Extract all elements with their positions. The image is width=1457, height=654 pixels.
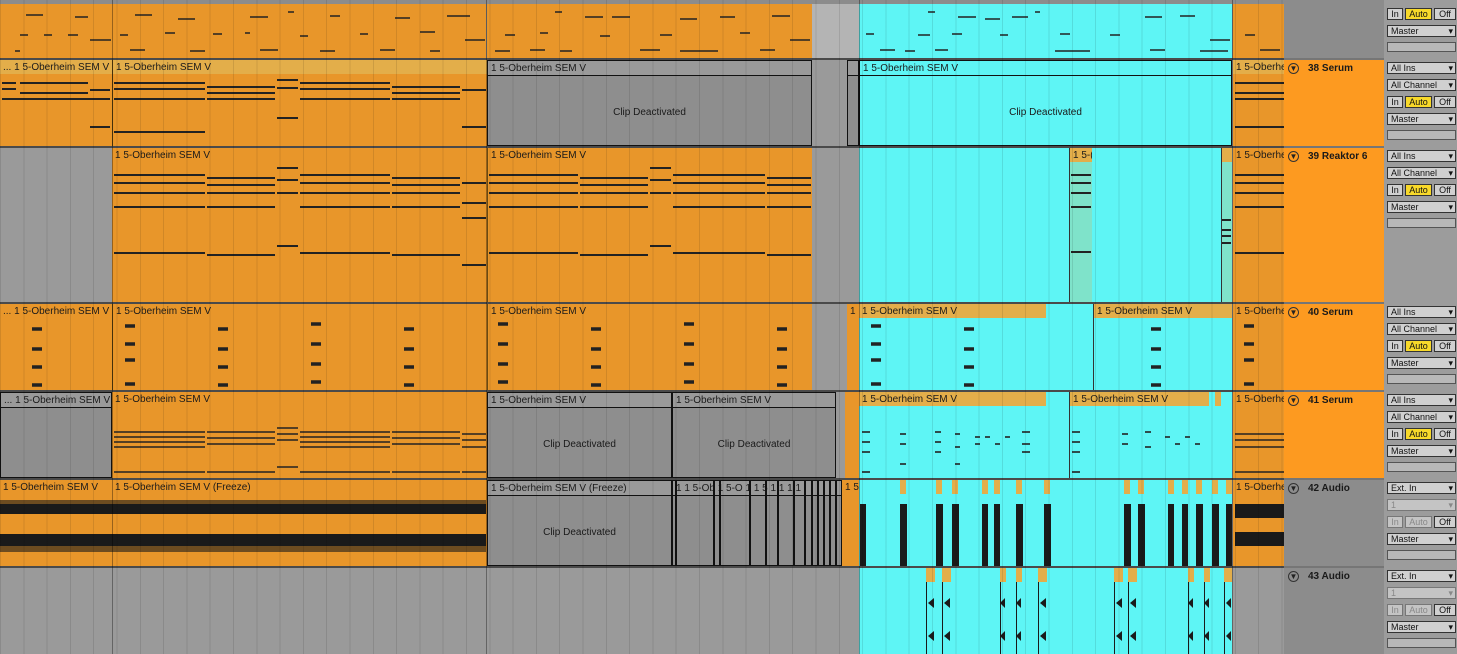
track-header-43[interactable]: ▼ 43 Audio bbox=[1284, 568, 1384, 654]
fold-triangle-icon[interactable]: ▼ bbox=[1288, 483, 1299, 494]
midi-notes bbox=[2, 79, 1284, 133]
lane-43 bbox=[0, 568, 1284, 654]
monitor-auto-button[interactable]: Auto bbox=[1405, 604, 1432, 616]
output-select[interactable]: Master bbox=[1387, 201, 1456, 213]
monitor-auto-button[interactable]: Auto bbox=[1405, 428, 1432, 440]
track-header-39[interactable]: ▼ 39 Reaktor 6 bbox=[1284, 148, 1384, 302]
lane-40: ... 1 5-Oberheim SEM V 1 5-Oberheim SEM … bbox=[0, 304, 1284, 390]
audio-clips bbox=[926, 568, 1232, 654]
track-name[interactable]: 40 Serum bbox=[1308, 307, 1353, 318]
input-type-select[interactable]: Ext. In bbox=[1387, 570, 1456, 582]
midi-notes bbox=[32, 322, 1254, 387]
track-header-42[interactable]: ▼ 42 Audio bbox=[1284, 480, 1384, 566]
bar-line bbox=[1232, 0, 1233, 654]
output-select[interactable]: Master bbox=[1387, 445, 1456, 457]
monitor-off-button[interactable]: Off bbox=[1434, 428, 1456, 440]
monitor-in-button[interactable]: In bbox=[1387, 340, 1403, 352]
io-section: In Auto Off Master All Ins All Channel I… bbox=[1384, 0, 1457, 654]
input-type-select[interactable]: All Ins bbox=[1387, 62, 1456, 74]
monitor-in-button[interactable]: In bbox=[1387, 8, 1403, 20]
monitor-off-button[interactable]: Off bbox=[1434, 8, 1456, 20]
input-type-select[interactable]: All Ins bbox=[1387, 394, 1456, 406]
sends-bar[interactable] bbox=[1387, 218, 1456, 228]
track-name[interactable]: 38 Serum bbox=[1308, 63, 1353, 74]
sends-bar[interactable] bbox=[1387, 462, 1456, 472]
input-channel-select[interactable]: All Channel bbox=[1387, 411, 1456, 423]
track-name[interactable]: 41 Serum bbox=[1308, 395, 1353, 406]
monitor-in-button[interactable]: In bbox=[1387, 96, 1403, 108]
monitor-off-button[interactable]: Off bbox=[1434, 96, 1456, 108]
monitor-in-button[interactable]: In bbox=[1387, 516, 1403, 528]
monitor-off-button[interactable]: Off bbox=[1434, 516, 1456, 528]
track-header[interactable] bbox=[1284, 0, 1384, 58]
monitor-auto-button[interactable]: Auto bbox=[1405, 8, 1432, 20]
output-select[interactable]: Master bbox=[1387, 621, 1456, 633]
input-type-select[interactable]: Ext. In bbox=[1387, 482, 1456, 494]
monitor-auto-button[interactable]: Auto bbox=[1405, 184, 1432, 196]
fold-triangle-icon[interactable]: ▼ bbox=[1288, 151, 1299, 162]
monitor-auto-button[interactable]: Auto bbox=[1405, 340, 1432, 352]
bar-line bbox=[859, 0, 860, 654]
fold-triangle-icon[interactable]: ▼ bbox=[1288, 307, 1299, 318]
input-channel-select[interactable]: All Channel bbox=[1387, 79, 1456, 91]
input-type-select[interactable]: All Ins bbox=[1387, 150, 1456, 162]
input-channel-select[interactable]: All Channel bbox=[1387, 323, 1456, 335]
monitor-in-button[interactable]: In bbox=[1387, 604, 1403, 616]
output-select[interactable]: Master bbox=[1387, 357, 1456, 369]
midi-notes bbox=[114, 167, 1284, 266]
output-select[interactable]: Master bbox=[1387, 533, 1456, 545]
monitor-off-button[interactable]: Off bbox=[1434, 604, 1456, 616]
monitor-off-button[interactable]: Off bbox=[1434, 340, 1456, 352]
output-select[interactable]: Master bbox=[1387, 113, 1456, 125]
input-channel-select[interactable]: 1 bbox=[1387, 499, 1456, 511]
track-name[interactable]: 43 Audio bbox=[1308, 571, 1350, 582]
input-channel-select[interactable]: All Channel bbox=[1387, 167, 1456, 179]
bar-line bbox=[112, 0, 113, 654]
midi-notes bbox=[15, 11, 1280, 52]
input-type-select[interactable]: All Ins bbox=[1387, 306, 1456, 318]
fold-triangle-icon[interactable]: ▼ bbox=[1288, 571, 1299, 582]
sends-bar[interactable] bbox=[1387, 638, 1456, 648]
sends-bar[interactable] bbox=[1387, 130, 1456, 140]
midi-notes bbox=[114, 427, 1284, 473]
bar-line bbox=[486, 0, 487, 654]
track-header-40[interactable]: ▼ 40 Serum bbox=[1284, 304, 1384, 390]
sends-bar[interactable] bbox=[1387, 550, 1456, 560]
fold-triangle-icon[interactable]: ▼ bbox=[1288, 395, 1299, 406]
fold-triangle-icon[interactable]: ▼ bbox=[1288, 63, 1299, 74]
monitor-off-button[interactable]: Off bbox=[1434, 184, 1456, 196]
monitor-in-button[interactable]: In bbox=[1387, 428, 1403, 440]
sends-bar[interactable] bbox=[1387, 42, 1456, 52]
track-header-38[interactable]: ▼ 38 Serum bbox=[1284, 60, 1384, 146]
sends-bar[interactable] bbox=[1387, 374, 1456, 384]
track-name[interactable]: 39 Reaktor 6 bbox=[1308, 151, 1367, 162]
monitor-auto-button[interactable]: Auto bbox=[1405, 96, 1432, 108]
lane-42: 1 5-Oberheim SEM V 1 5-Oberheim SEM V (F… bbox=[0, 480, 1284, 566]
track-name[interactable]: 42 Audio bbox=[1308, 483, 1350, 494]
lane-top bbox=[0, 0, 1284, 58]
arrangement-view[interactable]: ... 1 5-Oberheim SEM V 1 5-Oberheim SEM … bbox=[0, 0, 1284, 654]
lane-39: 1 5-Oberheim SEM V 1 5-Oberheim SEM V 1 … bbox=[0, 148, 1284, 302]
monitor-in-button[interactable]: In bbox=[1387, 184, 1403, 196]
input-channel-select[interactable]: 1 bbox=[1387, 587, 1456, 599]
monitor-auto-button[interactable]: Auto bbox=[1405, 516, 1432, 528]
track-headers: ▼ 38 Serum ▼ 39 Reaktor 6 ▼ 40 Serum ▼ 4… bbox=[1284, 0, 1384, 654]
output-select[interactable]: Master bbox=[1387, 25, 1456, 37]
audio-waveform bbox=[0, 480, 1284, 566]
lane-41: ... 1 5-Oberheim SEM V 1 5-Oberheim SEM … bbox=[0, 392, 1284, 478]
track-header-41[interactable]: ▼ 41 Serum bbox=[1284, 392, 1384, 478]
lane-38: ... 1 5-Oberheim SEM V 1 5-Oberheim SEM … bbox=[0, 60, 1284, 146]
